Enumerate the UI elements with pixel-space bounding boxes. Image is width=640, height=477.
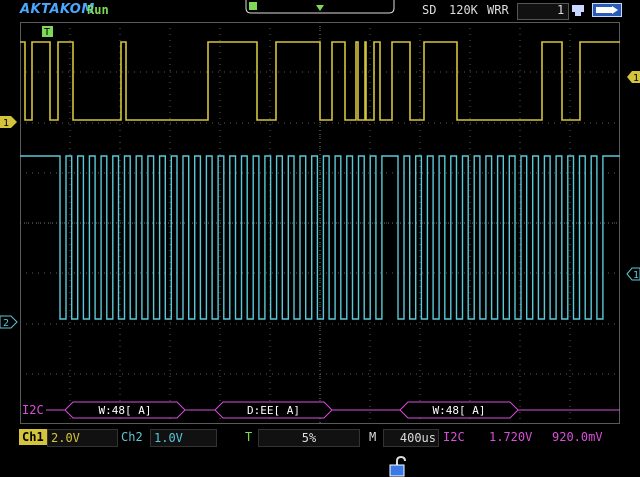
top-bar: AKTAKOM Run SD 120K WRR 1 — [0, 0, 640, 22]
ch1-threshold[interactable]: 1.720V — [489, 429, 532, 445]
battery-icon — [592, 3, 622, 17]
status-bar: Ch1 2.0V Ch2 1.0V T 5% M 400us I2C 1.720… — [0, 428, 640, 448]
waveform-display[interactable]: T I2C W:48[ A] D:EE[ A] W:48[ A] — [20, 22, 620, 424]
ch1-trigger-level-marker[interactable]: 1 — [624, 70, 640, 84]
ch1-waveform — [20, 41, 620, 121]
svg-text:1: 1 — [3, 118, 9, 129]
svg-text:1: 1 — [633, 73, 639, 84]
ch1-scale[interactable]: 2.0V — [47, 429, 118, 447]
trigger-label: T — [245, 430, 253, 444]
svg-text:2: 2 — [3, 318, 9, 329]
timebase-label: M — [369, 430, 377, 444]
decode-packet-label: W:48[ A] — [433, 404, 486, 417]
decode-packet-label: D:EE[ A] — [247, 404, 300, 417]
ch2-threshold[interactable]: 920.0mV — [552, 429, 603, 445]
ch1-label[interactable]: Ch1 — [19, 429, 47, 445]
ch2-scale[interactable]: 1.0V — [150, 429, 217, 447]
ch1-ground-marker[interactable]: 1 — [0, 115, 20, 129]
ch2-trigger-level-marker[interactable]: 1 — [624, 267, 640, 281]
horizontal-position-indicator — [245, 0, 395, 14]
timebase-value[interactable]: 400us — [383, 429, 439, 447]
storage-label: SD — [422, 3, 437, 17]
trigger-position[interactable]: 5% — [258, 429, 360, 447]
brand-logo: AKTAKOM — [20, 2, 95, 17]
usb-icon — [572, 5, 584, 16]
trigger-point-label: T — [44, 27, 50, 38]
decode-packet-label: W:48[ A] — [99, 404, 152, 417]
memory-depth[interactable]: 120K — [449, 3, 478, 17]
trigger-count: 1 — [557, 3, 565, 17]
lock-icon — [389, 456, 406, 477]
ch2-label[interactable]: Ch2 — [121, 429, 143, 445]
decode-bus-label: I2C — [22, 403, 44, 417]
view-window-marker — [249, 2, 257, 10]
trigger-position-marker — [316, 5, 324, 11]
svg-text:1: 1 — [633, 270, 639, 281]
bus-label: I2C — [443, 430, 465, 444]
ch2-ground-marker[interactable]: 2 — [0, 315, 20, 329]
run-state[interactable]: Run — [87, 3, 109, 17]
acquire-mode[interactable]: WRR — [487, 3, 509, 17]
